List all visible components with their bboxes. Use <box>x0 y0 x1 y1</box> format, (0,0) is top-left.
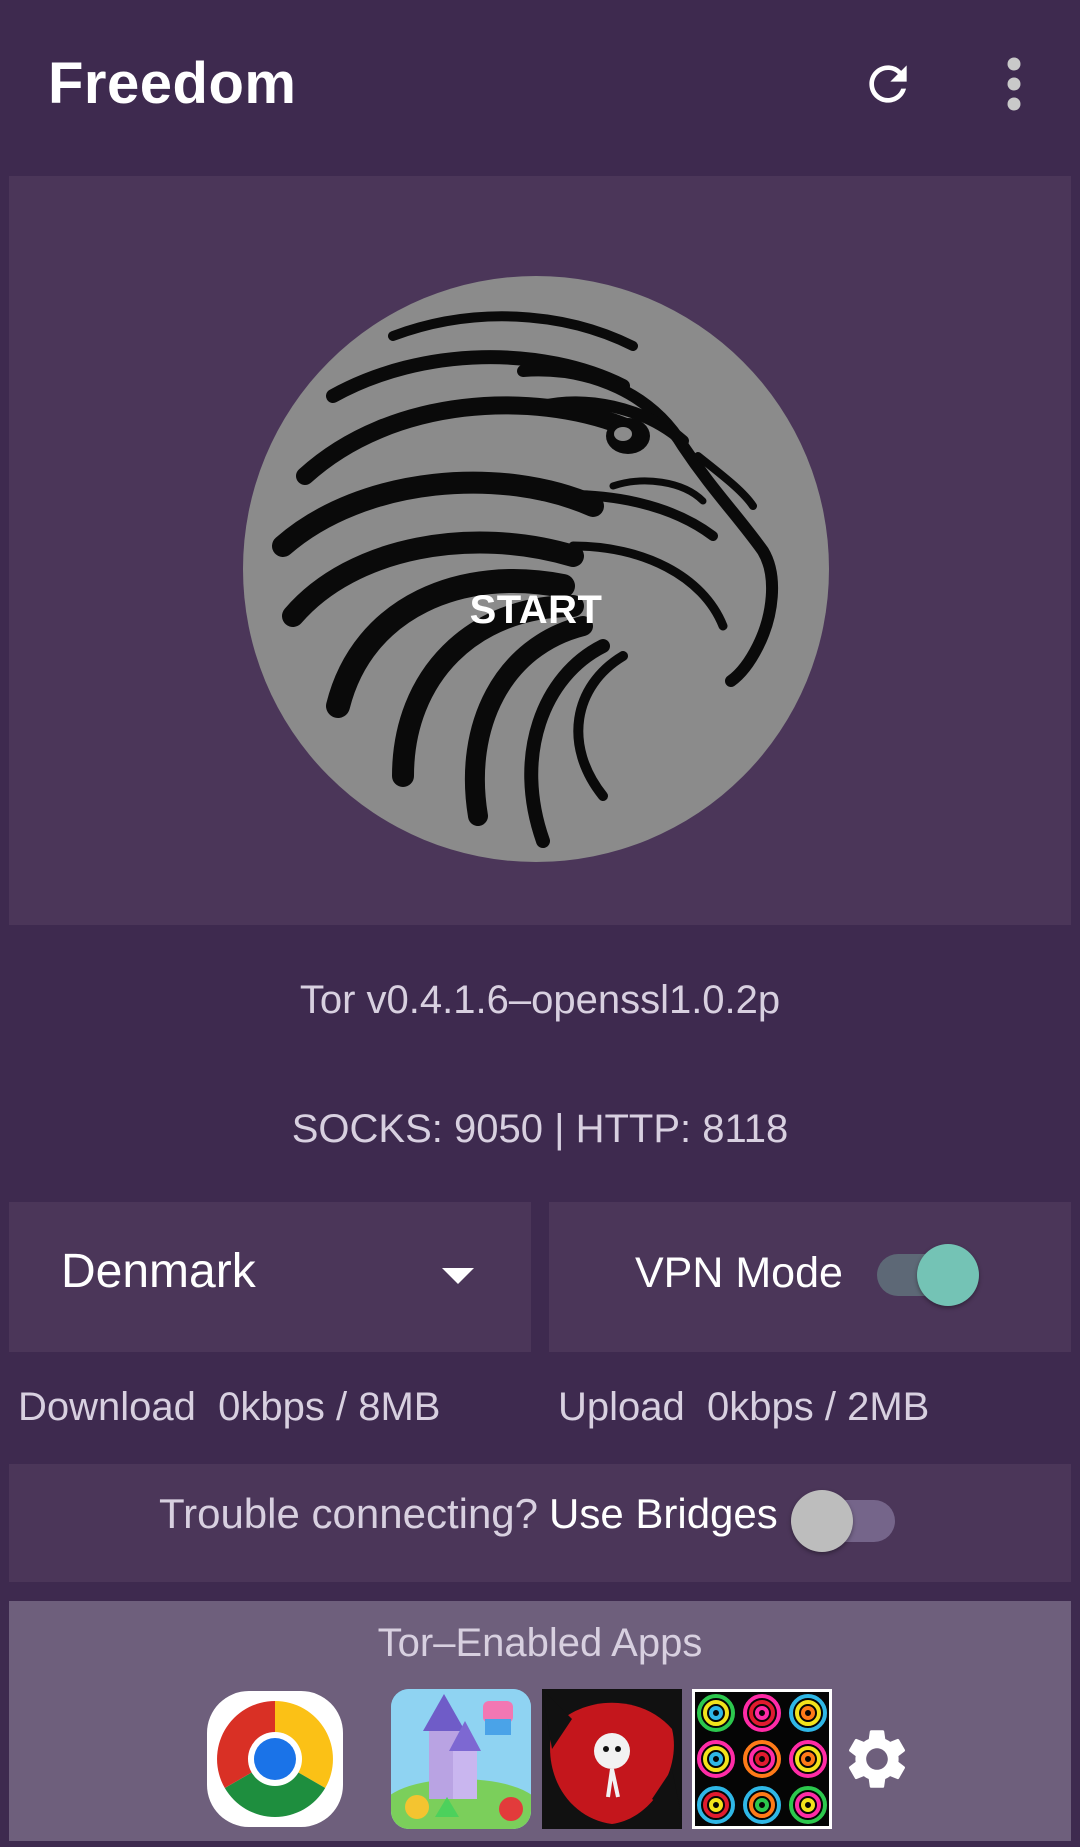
upload-value: 0kbps / 2MB <box>707 1385 930 1429</box>
castle-game-app-icon[interactable] <box>391 1689 531 1829</box>
vpn-mode-panel: VPN Mode <box>549 1202 1071 1352</box>
tor-version-text: Tor v0.4.1.6–openssl1.0.2p <box>299 978 781 1022</box>
gear-icon <box>848 1730 906 1788</box>
tor-enabled-apps-title: Tor–Enabled Apps <box>377 1621 703 1665</box>
chrome-logo-icon <box>217 1701 333 1817</box>
bridges-toggle-thumb <box>791 1490 853 1552</box>
country-selector[interactable]: Denmark <box>9 1202 531 1352</box>
download-label: Download <box>18 1385 196 1429</box>
download-stat: Download 0kbps / 8MB <box>18 1385 440 1430</box>
app-bar: Freedom <box>0 0 1080 170</box>
eagle-logo-icon <box>272 311 778 848</box>
use-bridges-toggle[interactable] <box>789 1486 899 1556</box>
app-title: Freedom <box>48 51 297 116</box>
more-options-button[interactable] <box>966 36 1062 132</box>
start-button[interactable]: START <box>243 276 829 862</box>
hero-panel: START <box>9 176 1071 925</box>
use-bridges-label[interactable]: Use Bridges <box>549 1490 778 1538</box>
upload-label: Upload <box>558 1385 685 1429</box>
download-value: 0kbps / 8MB <box>218 1385 441 1429</box>
red-creature-game-icon <box>542 1689 682 1829</box>
refresh-icon <box>869 65 907 103</box>
vpn-toggle-thumb <box>917 1244 979 1306</box>
castle-game-icon <box>391 1689 531 1829</box>
apps-settings-button[interactable] <box>841 1723 913 1795</box>
color-rings-game-icon <box>692 1689 832 1829</box>
start-label: START <box>469 588 603 632</box>
trouble-connecting-text: Trouble connecting? <box>159 1490 539 1537</box>
country-selected-value: Denmark <box>61 1245 256 1298</box>
vpn-mode-label: VPN Mode <box>635 1249 843 1297</box>
red-creature-game-app-icon[interactable] <box>542 1689 682 1829</box>
upload-stat: Upload 0kbps / 2MB <box>558 1385 929 1430</box>
dropdown-arrow-icon <box>442 1268 474 1284</box>
more-vertical-icon <box>1007 57 1021 111</box>
vpn-mode-toggle[interactable] <box>877 1240 979 1310</box>
chrome-app-icon[interactable] <box>207 1691 343 1827</box>
color-rings-game-app-icon[interactable] <box>692 1689 832 1829</box>
tor-enabled-apps-panel: Tor–Enabled Apps <box>9 1601 1071 1841</box>
bridges-panel: Trouble connecting? Use Bridges <box>9 1464 1071 1582</box>
refresh-button[interactable] <box>840 36 936 132</box>
proxy-ports-text: SOCKS: 9050 | HTTP: 8118 <box>291 1107 789 1151</box>
